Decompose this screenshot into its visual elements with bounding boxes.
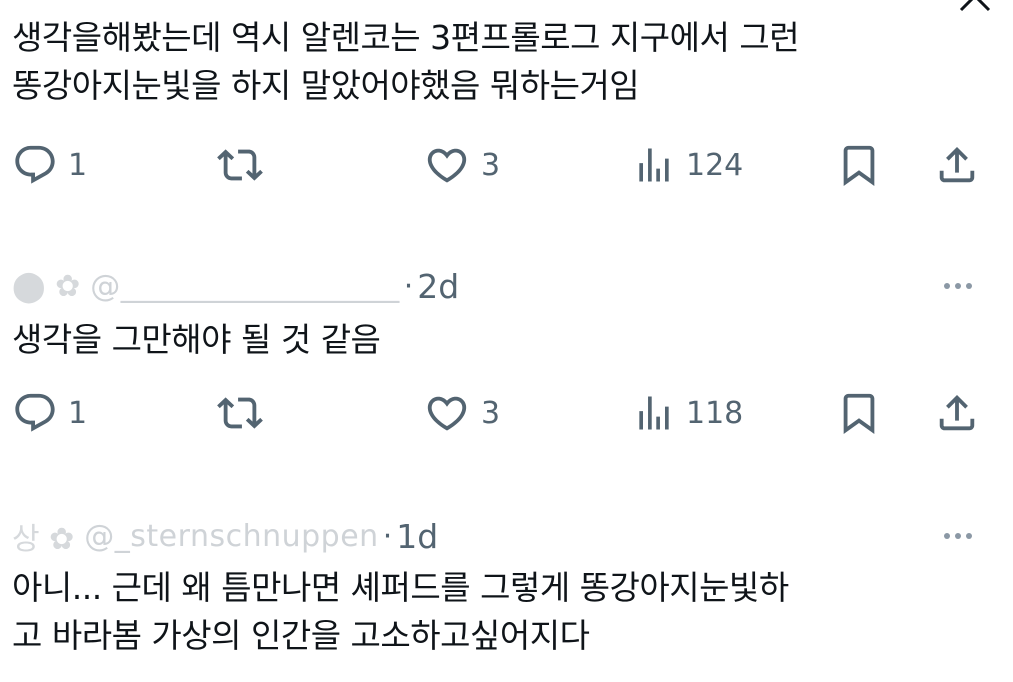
- views-button[interactable]: 118: [632, 388, 743, 438]
- post-text: 생각을 그만해야 될 것 같음: [12, 320, 381, 359]
- avatar[interactable]: ⬤ ✿: [12, 269, 80, 304]
- close-icon[interactable]: [957, 0, 993, 14]
- share-icon: [939, 394, 975, 431]
- like-count: 3: [481, 395, 501, 431]
- separator-dot: ·: [403, 268, 414, 304]
- more-icon[interactable]: [944, 516, 972, 556]
- reply-button[interactable]: 1: [12, 388, 87, 438]
- like-count: 3: [481, 147, 501, 183]
- post-time[interactable]: 2d: [417, 267, 459, 306]
- views-icon: [639, 396, 669, 430]
- views-count: 118: [686, 395, 744, 431]
- reply-icon: [15, 145, 55, 184]
- reply-count: 1: [68, 147, 88, 183]
- like-button[interactable]: 3: [423, 388, 500, 438]
- repost-icon: [217, 149, 263, 181]
- reply-icon: [15, 393, 55, 432]
- heart-icon: [427, 396, 467, 431]
- post-text: 생각을해봤는데 역시 알렌코는 3편프롤로그 지구에서 그런 똥강아지눈빛을 하…: [12, 18, 800, 105]
- bookmark-button[interactable]: [836, 140, 882, 190]
- action-bar: 1 3 124: [0, 140, 1013, 190]
- separator-dot: ·: [382, 518, 393, 554]
- bookmark-button[interactable]: [836, 388, 882, 438]
- post-header: 상 ✿ @_sternschnuppen · 1d: [12, 514, 1002, 558]
- bookmark-icon: [843, 145, 875, 186]
- reply-count: 1: [68, 395, 88, 431]
- repost-icon: [217, 397, 263, 429]
- share-icon: [939, 146, 975, 183]
- bookmark-icon: [843, 393, 875, 434]
- avatar[interactable]: 상 ✿: [12, 514, 74, 558]
- share-button[interactable]: [933, 388, 981, 438]
- repost-button[interactable]: [215, 388, 265, 438]
- views-button[interactable]: 124: [632, 140, 743, 190]
- views-count: 124: [686, 147, 744, 183]
- views-icon: [639, 148, 669, 182]
- more-icon[interactable]: [944, 266, 972, 306]
- reply-button[interactable]: 1: [12, 140, 87, 190]
- heart-icon: [427, 148, 467, 183]
- share-button[interactable]: [933, 140, 981, 190]
- author-handle-faded[interactable]: @__________________: [90, 269, 400, 304]
- like-button[interactable]: 3: [423, 140, 500, 190]
- post-text: 아니... 근데 왜 틈만나면 셰퍼드를 그렇게 똥강아지눈빛하 고 바라봄 가…: [12, 568, 789, 655]
- action-bar: 1 3 118: [0, 388, 1013, 438]
- author-handle[interactable]: @_sternschnuppen: [84, 519, 378, 554]
- post-header: ⬤ ✿ @__________________ · 2d: [12, 266, 1002, 306]
- repost-button[interactable]: [215, 140, 265, 190]
- post-time[interactable]: 1d: [396, 517, 438, 556]
